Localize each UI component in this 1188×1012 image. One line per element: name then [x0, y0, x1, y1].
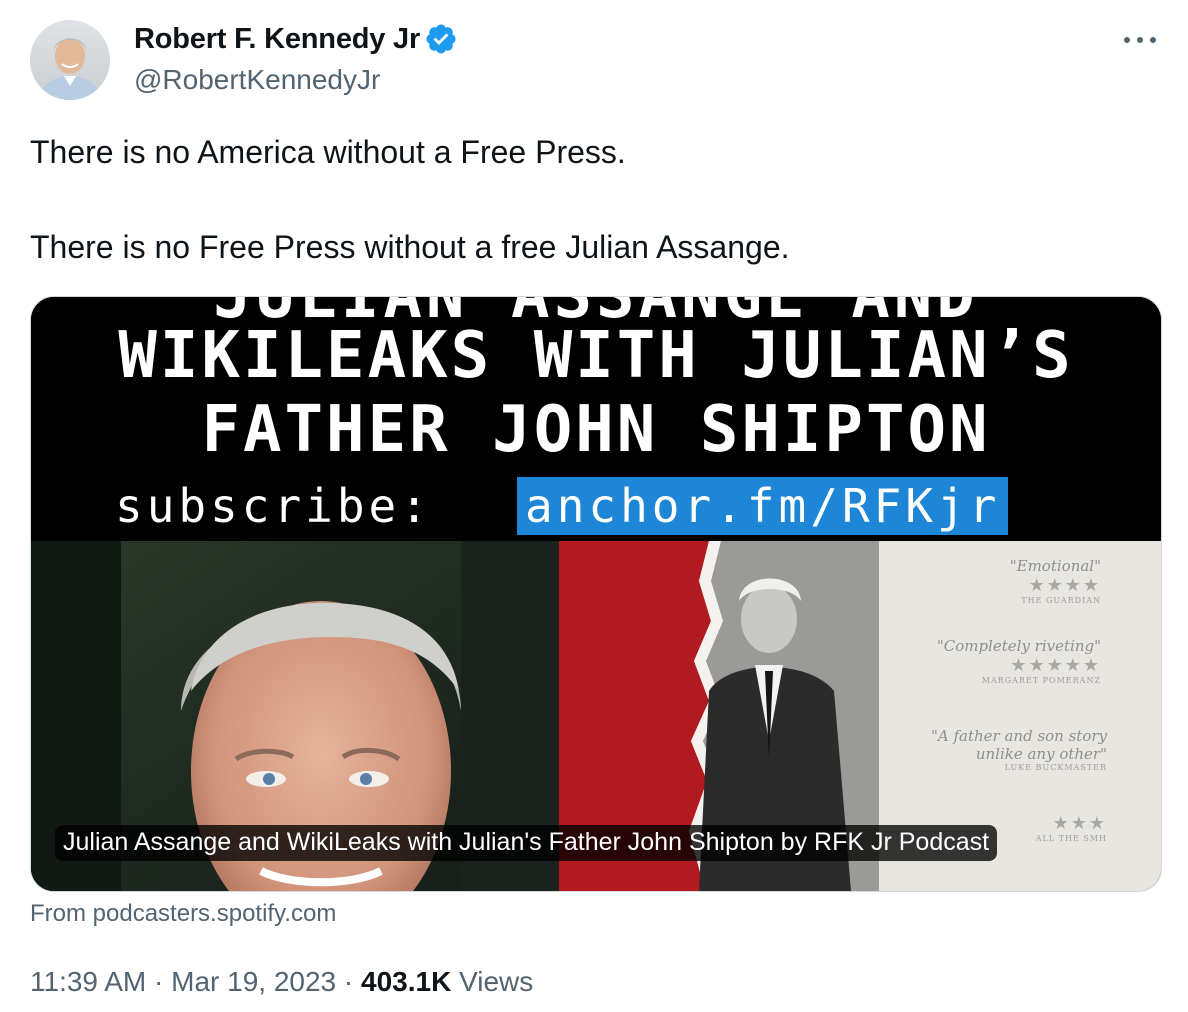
tweet-time[interactable]: 11:39 AM — [30, 966, 146, 997]
banner-headline-line-1: WIKILEAKS WITH JULIAN’S — [118, 319, 1074, 393]
tweet-date[interactable]: Mar 19, 2023 — [171, 966, 336, 997]
author-name[interactable]: Robert F. Kennedy Jr — [134, 22, 458, 56]
more-options-button[interactable] — [1120, 24, 1160, 56]
card-caption: Julian Assange and WikiLeaks with Julian… — [55, 825, 998, 861]
card-image-banner: JULIAN ASSANGE AND WIKILEAKS WITH JULIAN… — [31, 297, 1161, 541]
poster-quote-1: "Emotional" ★★★★ THE GUARDIAN — [1009, 557, 1101, 605]
card-source[interactable]: From podcasters.spotify.com — [30, 900, 336, 928]
meta-separator: · — [154, 966, 164, 997]
banner-subscribe-label: subscribe: — [115, 479, 432, 533]
verified-badge-icon — [426, 24, 456, 54]
profile-photo-icon — [30, 20, 110, 100]
poster-quote-3: "A father and son story unlike any other… — [930, 727, 1107, 772]
views-label[interactable]: Views — [459, 966, 533, 997]
more-horizontal-icon — [1124, 37, 1156, 43]
meta-separator: · — [343, 966, 354, 997]
views-count[interactable]: 403.1K — [361, 966, 451, 997]
banner-headline-line-2: FATHER JOHN SHIPTON — [201, 393, 991, 467]
tweet-meta: 11:39 AM · Mar 19, 2023 · 403.1K Views — [30, 966, 533, 998]
link-card[interactable]: JULIAN ASSANGE AND WIKILEAKS WITH JULIAN… — [30, 296, 1162, 892]
tweet-text-line-2: There is no Free Press without a free Ju… — [30, 229, 790, 265]
tweet-card: Robert F. Kennedy Jr @RobertKennedyJr Th… — [0, 0, 1188, 1012]
tweet-text-line-1: There is no America without a Free Press… — [30, 134, 626, 170]
avatar[interactable] — [30, 20, 110, 100]
author-handle[interactable]: @RobertKennedyJr — [134, 64, 380, 96]
poster-quote-4: ★★★ ALL THE SMH — [1035, 813, 1107, 843]
display-name-text: Robert F. Kennedy Jr — [134, 22, 421, 55]
poster-quote-2: "Completely riveting" ★★★★★ MARGARET POM… — [936, 637, 1101, 685]
banner-subscribe-link: anchor.fm/RFKjr — [517, 477, 1009, 535]
